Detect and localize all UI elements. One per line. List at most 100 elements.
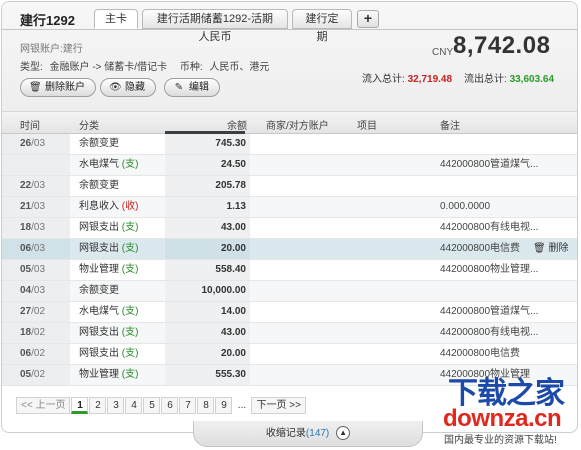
next-page-button[interactable]: 下一页 >> xyxy=(251,397,306,414)
outflow-total: 流出总计: 33,603.64 xyxy=(464,74,555,85)
date-cell: 18/03 xyxy=(2,218,70,238)
record-count: (147) xyxy=(305,428,330,439)
category-cell: 物业管理 (支) xyxy=(79,260,138,280)
balance-amount: 8,742.08 xyxy=(453,32,551,59)
category-cell: 利息收入 (收) xyxy=(79,197,138,217)
note-cell: 442000800管道煤气... xyxy=(440,159,539,170)
amount-cell: 1.13 xyxy=(226,201,246,212)
category-cell: 网银支出 (支) xyxy=(79,344,138,364)
category-name: 网银支出 xyxy=(79,327,119,338)
month: /02 xyxy=(31,369,46,380)
add-tab-button[interactable]: + xyxy=(357,10,379,28)
amount-cell: 10,000.00 xyxy=(201,285,247,296)
date-cell: 21/03 xyxy=(2,197,70,217)
table-row[interactable]: 05/03 物业管理 (支) 558.40 442000800物业管理... xyxy=(2,260,577,281)
note-cell: 442000800电信费 xyxy=(440,243,521,254)
tab-fixed-deposit[interactable]: 建行定期 xyxy=(292,9,352,43)
page-1-button[interactable]: 1 xyxy=(71,397,89,414)
category-name: 物业管理 xyxy=(79,264,119,275)
col-category[interactable]: 分类 xyxy=(79,117,99,132)
account-source: 网银账户:建行 xyxy=(20,44,83,55)
delete-account-button[interactable]: 🗑 删除账户 xyxy=(20,78,96,97)
hide-button[interactable]: 👁 隐藏 xyxy=(100,78,156,97)
col-amount[interactable]: 余额 xyxy=(227,117,247,132)
day: 05 xyxy=(20,264,32,275)
table-row[interactable]: 21/03 利息收入 (收) 1.13 0.000.0000 xyxy=(2,197,577,218)
page-2-button[interactable]: 2 xyxy=(89,397,107,414)
flow-tag: (支) xyxy=(121,264,139,275)
category-name: 网银支出 xyxy=(79,243,119,254)
col-project[interactable]: 项目 xyxy=(357,117,377,132)
col-note[interactable]: 备注 xyxy=(440,117,460,132)
page-ellipsis: ... xyxy=(237,400,247,411)
flow-tag: (支) xyxy=(121,243,139,254)
page-5-button[interactable]: 5 xyxy=(143,397,161,414)
currency-label: 币种: xyxy=(179,62,203,73)
transaction-list: 26/03 余额变更 745.30 水电煤气 (支) 24.50 442000800管道… xyxy=(2,134,577,386)
amount-cell: 555.30 xyxy=(215,369,246,380)
page-8-button[interactable]: 8 xyxy=(197,397,215,414)
table-row[interactable]: 06/03 网银支出 (支) 20.00 442000800电信费 🗑 删除 xyxy=(2,239,577,260)
prev-page-button[interactable]: << 上一页 xyxy=(16,397,71,414)
table-row[interactable]: 26/03 余额变更 745.30 xyxy=(2,134,577,155)
tab-divider xyxy=(2,29,577,30)
page-7-button[interactable]: 7 xyxy=(179,397,197,414)
page-9-button[interactable]: 9 xyxy=(215,397,233,414)
day: 22 xyxy=(20,180,32,191)
type-value: 金融账户 -> 储蓄卡/借记卡 xyxy=(49,62,168,73)
category-cell: 余额变更 xyxy=(79,134,119,154)
row-delete-button[interactable]: 🗑 删除 xyxy=(533,239,568,259)
note-cell: 442000800物业管理... xyxy=(440,264,539,275)
table-row[interactable]: 22/03 余额变更 205.78 xyxy=(2,176,577,197)
page-6-button[interactable]: 6 xyxy=(161,397,179,414)
category-cell: 余额变更 xyxy=(79,281,119,301)
edit-button[interactable]: ✎ 编辑 xyxy=(164,78,220,97)
amount-cell: 745.30 xyxy=(215,138,246,149)
flow-tag: (支) xyxy=(121,327,139,338)
month: /02 xyxy=(31,348,46,359)
table-row[interactable]: 水电煤气 (支) 24.50 442000800管道煤气... xyxy=(2,155,577,176)
eye-icon: 👁 xyxy=(109,82,122,93)
note-cell: 442000800有线电视... xyxy=(440,222,539,233)
date-cell: 06/03 xyxy=(2,239,70,259)
table-header: 时间 分类 余额 商家/对方账户 项目 备注 xyxy=(2,112,577,134)
day: 06 xyxy=(20,348,32,359)
month: /03 xyxy=(31,243,46,254)
account-header: 建行1292 主卡 建行活期储蓄1292-活期人民币 建行定期 + 网银账户:建… xyxy=(2,2,577,112)
category-name: 水电煤气 xyxy=(79,159,119,170)
amount-cell: 43.00 xyxy=(220,222,246,233)
table-row[interactable]: 04/03 余额变更 10,000.00 xyxy=(2,281,577,302)
date-cell: 26/03 xyxy=(2,134,70,154)
page-3-button[interactable]: 3 xyxy=(107,397,125,414)
pencil-icon: ✎ xyxy=(174,82,184,93)
watermark-slogan: 国内最专业的资源下载站! xyxy=(444,435,557,446)
month: /03 xyxy=(31,285,46,296)
table-row[interactable]: 18/03 网银支出 (支) 43.00 442000800有线电视... xyxy=(2,218,577,239)
note-cell: 442000800电信费 xyxy=(440,348,521,359)
day: 04 xyxy=(20,285,32,296)
account-meta: 类型: 金融账户 -> 储蓄卡/借记卡 币种: 人民币、港元 xyxy=(20,58,273,73)
date-cell: 06/02 xyxy=(2,344,70,364)
month: /03 xyxy=(31,201,46,212)
table-row[interactable]: 18/02 网银支出 (支) 43.00 442000800有线电视... xyxy=(2,323,577,344)
tab-main-card[interactable]: 主卡 xyxy=(94,9,138,29)
col-time[interactable]: 时间 xyxy=(20,117,40,132)
amount-cell: 14.00 xyxy=(220,306,246,317)
page-4-button[interactable]: 4 xyxy=(125,397,143,414)
pagination: << 上一页 1 2 3 4 5 6 7 8 9... 下一页 >> xyxy=(16,397,307,414)
day: 06 xyxy=(20,243,32,254)
amount-cell: 43.00 xyxy=(220,327,246,338)
flow-tag: (支) xyxy=(121,369,139,380)
watermark-domain: downza.cn xyxy=(443,405,562,432)
inflow-total: 流入总计: 32,719.48 xyxy=(362,74,453,85)
balance-currency: CNY xyxy=(432,47,454,58)
collapse-records-tab[interactable]: 收缩记录(147) ▲ xyxy=(193,421,423,447)
table-row[interactable]: 27/02 水电煤气 (支) 14.00 442000800管道煤气... xyxy=(2,302,577,323)
date-cell: 04/03 xyxy=(2,281,70,301)
col-merchant[interactable]: 商家/对方账户 xyxy=(266,117,329,132)
collapse-arrow-icon[interactable]: ▲ xyxy=(336,426,351,441)
inflow-value: 32,719.48 xyxy=(407,74,453,85)
account-title: 建行1292 xyxy=(20,13,75,28)
table-row[interactable]: 06/02 网银支出 (支) 20.00 442000800电信费 xyxy=(2,344,577,365)
tab-current-savings[interactable]: 建行活期储蓄1292-活期人民币 xyxy=(142,9,288,43)
